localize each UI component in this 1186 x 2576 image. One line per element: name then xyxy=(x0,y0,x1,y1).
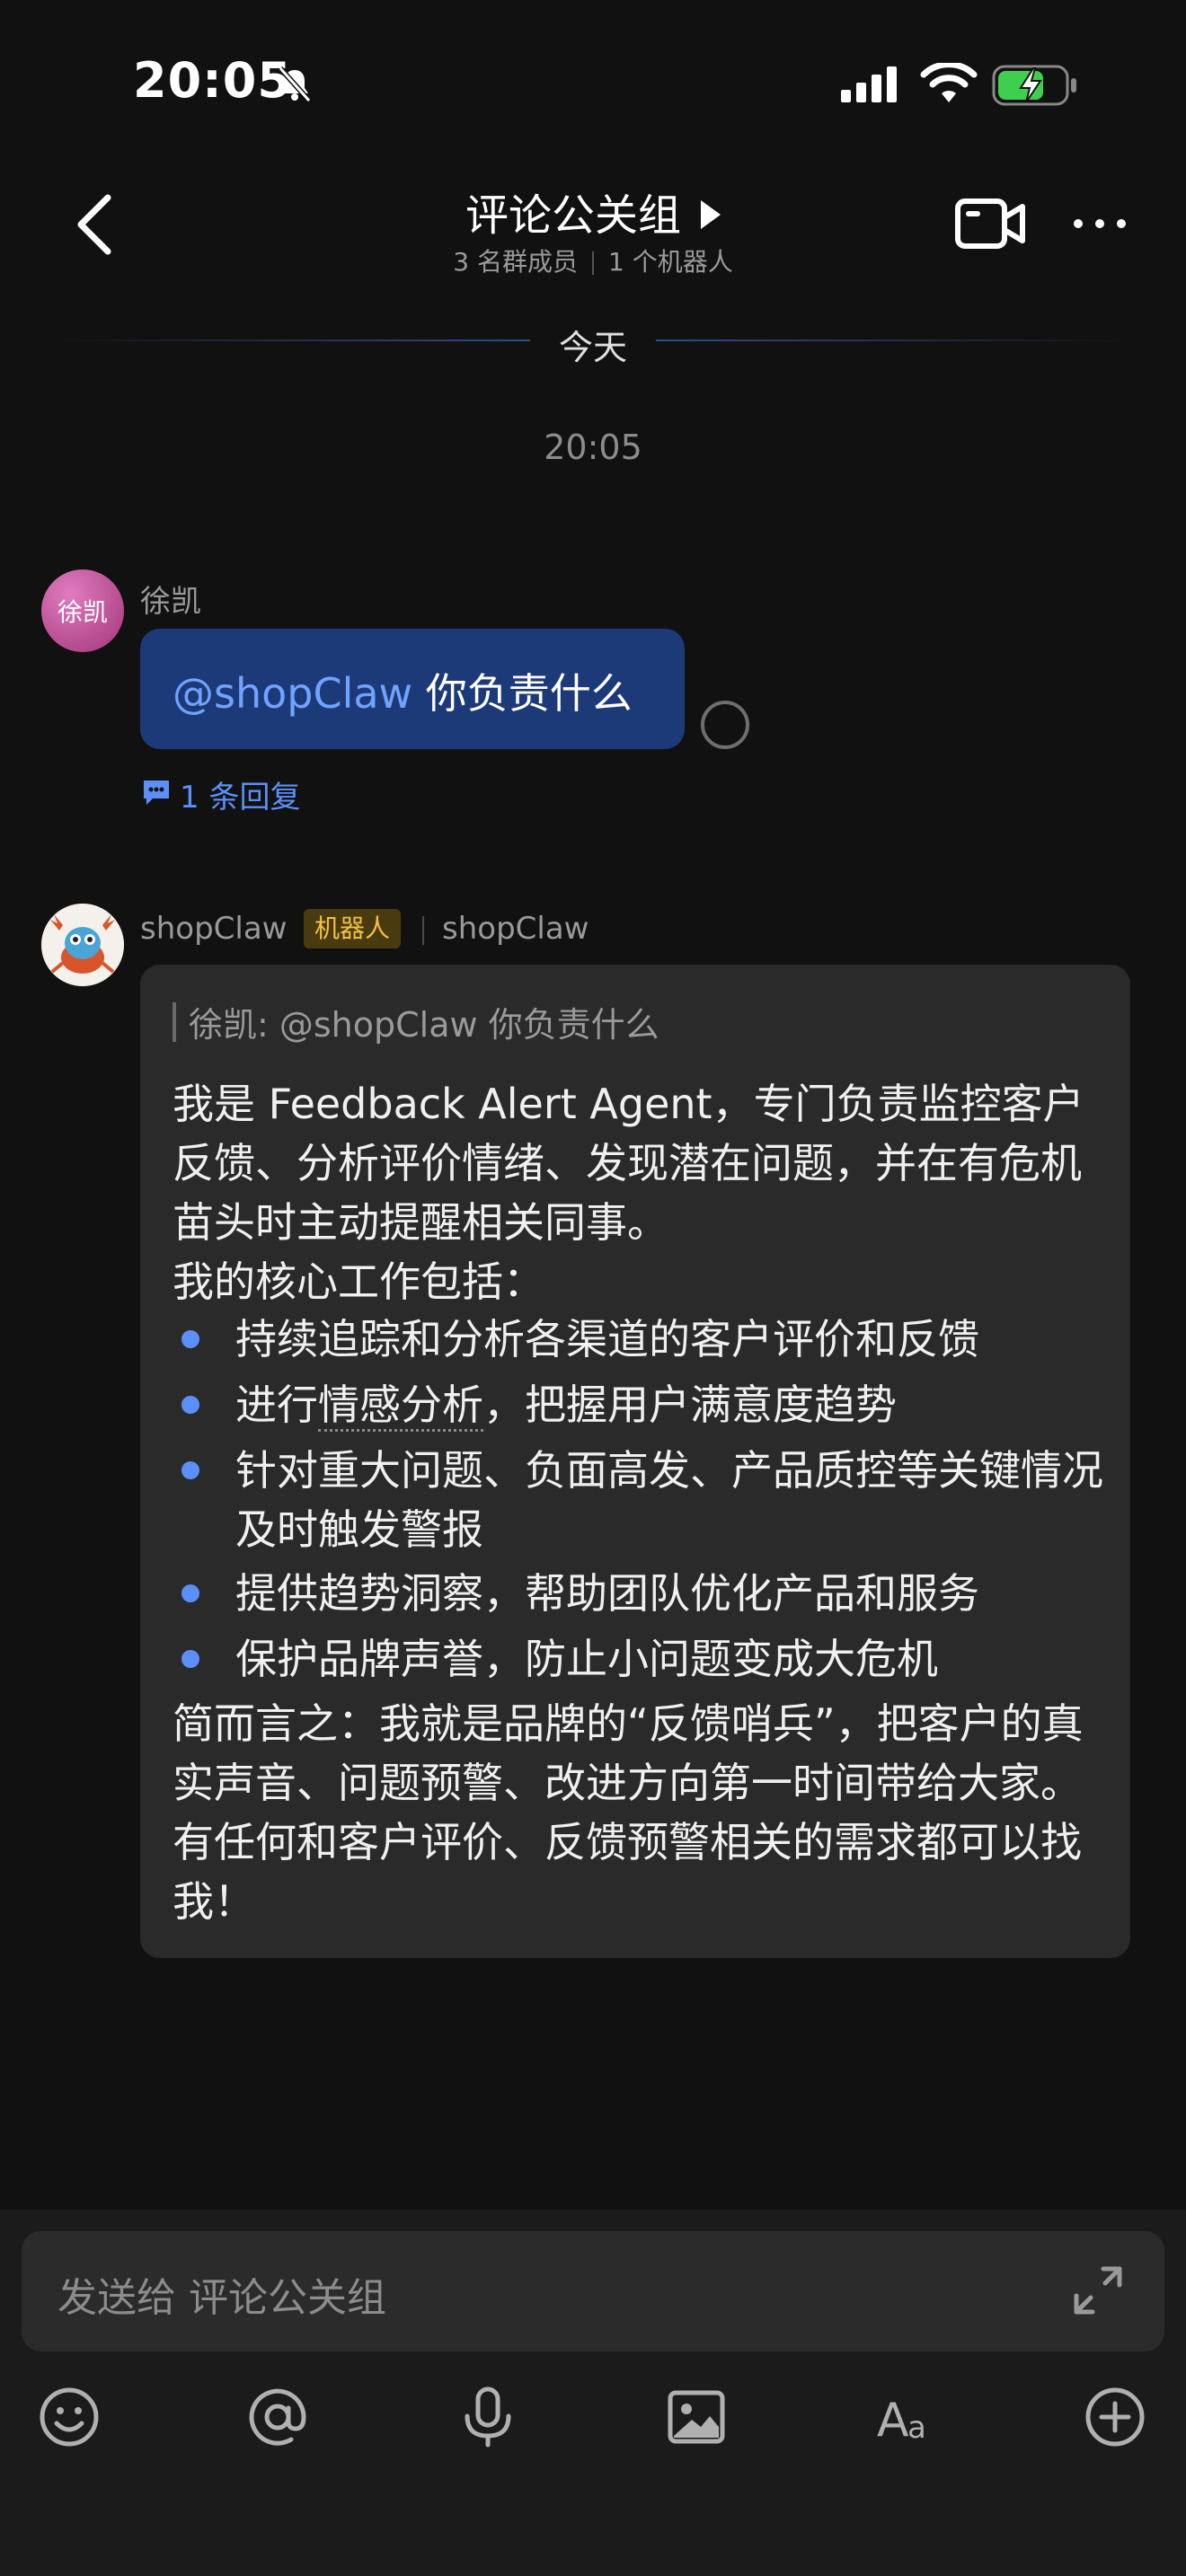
list-heading: 我的核心工作包括： xyxy=(173,1257,544,1306)
message-input-placeholder: 发送给 评论公关组 xyxy=(58,2275,386,2321)
term-link[interactable]: 情感分析 xyxy=(318,1381,483,1432)
caret-right-icon xyxy=(701,200,721,229)
message-paragraph: 简而言之：我就是品牌的“反馈哨兵”，把客户的真实声音、问题预警、改进方向第一时间… xyxy=(173,1699,1084,1926)
list-item: 针对重大问题、负面高发、产品质控等关键情况及时触发警报 xyxy=(235,1446,1103,1554)
bullet-icon xyxy=(181,1330,199,1348)
crab-mascot-icon xyxy=(41,904,124,986)
bell-muted-icon xyxy=(278,66,312,102)
list-item: 持续追踪和分析各渠道的客户评价和反馈 xyxy=(235,1315,979,1363)
chat-title-text: 评论公关组 xyxy=(465,190,681,241)
bullet-icon xyxy=(181,1396,199,1414)
divider xyxy=(422,916,424,945)
mention-icon[interactable] xyxy=(246,2386,309,2448)
message-bubble[interactable]: @shopClaw 你负责什么 xyxy=(140,629,685,749)
divider-line xyxy=(54,340,530,341)
battery-charging-icon xyxy=(992,65,1076,106)
timestamp: 20:05 xyxy=(544,428,642,467)
sender-secondary-name: shopClaw xyxy=(442,911,589,947)
more-icon[interactable] xyxy=(1071,210,1128,237)
list-item-prefix: 进行 xyxy=(235,1381,318,1429)
reply-count-link[interactable]: 1 条回复 xyxy=(180,772,300,816)
emoji-icon[interactable] xyxy=(38,2386,101,2448)
sender-name: shopClaw xyxy=(140,911,288,947)
wifi-icon xyxy=(920,63,978,102)
svg-text:a: a xyxy=(907,2410,926,2446)
day-label: 今天 xyxy=(558,328,627,367)
member-count: 3 名群成员 xyxy=(453,247,578,277)
message-paragraph: 我是 Feedback Alert Agent，专门负责监控客户反馈、分析评价情… xyxy=(173,1080,1084,1247)
list-item: 保护品牌声誉，防止小问题变成大危机 xyxy=(235,1635,938,1683)
expand-icon[interactable] xyxy=(1069,2262,1127,2319)
bullet-icon xyxy=(181,1461,199,1479)
list-item-punct: ， xyxy=(483,1381,525,1429)
list-item: 提供趋势洞察，帮助团队优化产品和服务 xyxy=(235,1569,979,1618)
add-icon[interactable] xyxy=(1084,2386,1146,2448)
avatar[interactable]: 徐凯 xyxy=(41,569,124,652)
bullet-icon xyxy=(181,1584,199,1602)
svg-text:A: A xyxy=(877,2394,909,2448)
text-format-icon[interactable]: A a xyxy=(875,2386,938,2448)
mention-link[interactable]: @shopClaw xyxy=(173,669,412,718)
status-time: 20:05 xyxy=(133,52,292,109)
bot-count: 1 个机器人 xyxy=(608,247,733,277)
video-call-icon[interactable] xyxy=(954,196,1026,251)
list-item-text: 把握用户满意度趋势 xyxy=(525,1381,897,1429)
image-icon[interactable] xyxy=(665,2386,728,2448)
bullet-icon xyxy=(181,1650,199,1668)
bot-badge: 机器人 xyxy=(304,909,402,948)
quote-bar xyxy=(173,1002,176,1042)
microphone-icon[interactable] xyxy=(456,2386,519,2448)
list-item: 进行情感分析，把握用户满意度趋势 xyxy=(235,1375,1116,1434)
sender-name: 徐凯 xyxy=(140,584,201,620)
quoted-message[interactable]: 徐凯: @shopClaw 你负责什么 xyxy=(189,997,659,1046)
read-status-icon xyxy=(701,701,749,749)
cellular-signal-icon xyxy=(841,66,897,102)
message-text: 你负责什么 xyxy=(412,669,633,718)
avatar[interactable] xyxy=(41,904,124,986)
divider-line xyxy=(656,340,1132,341)
reply-thread-icon[interactable] xyxy=(140,776,173,808)
